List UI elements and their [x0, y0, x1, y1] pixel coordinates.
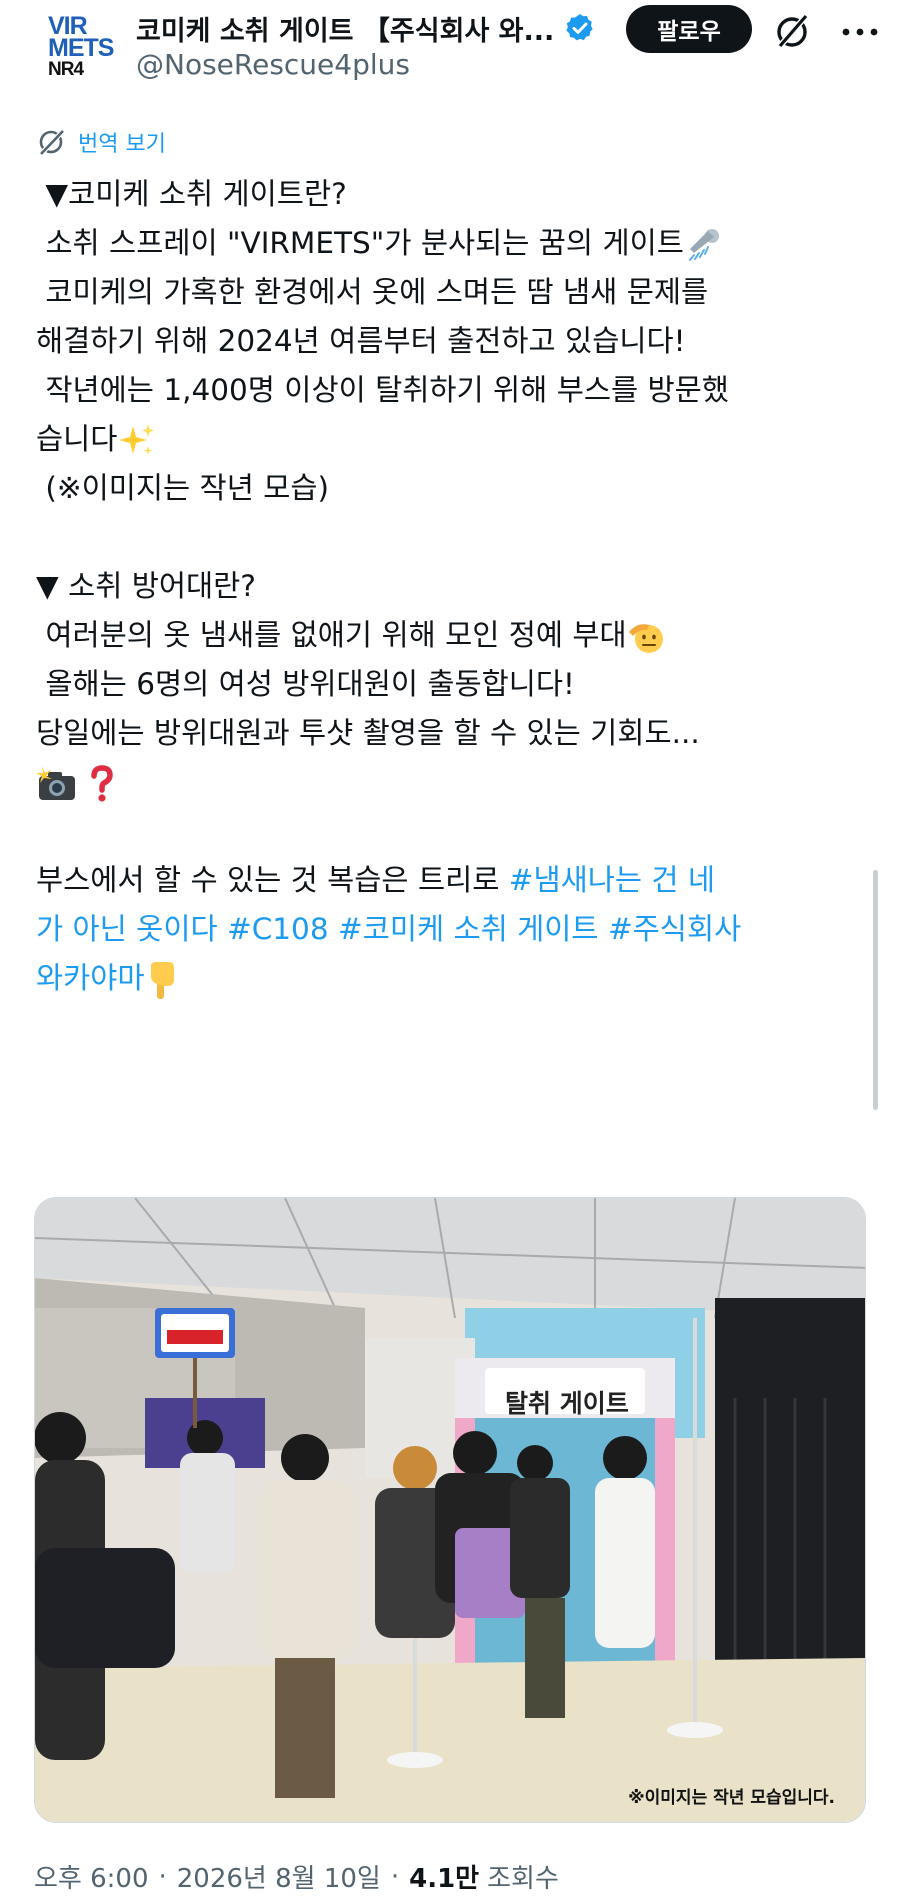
tweet-line-text: 여러분의 옷 냄새를 없애기 위해 모인 정예 부대: [45, 618, 627, 652]
saluting-face-emoji: [628, 623, 663, 653]
avatar[interactable]: VIR METS NR4: [48, 12, 114, 82]
tweet-line: ▼코미케 소취 게이트란?: [36, 170, 876, 219]
tweet-text: ▼코미케 소취 게이트란? 소취 스프레이 "VIRMETS"가 분사되는 꿈의…: [36, 170, 876, 1003]
tweet-line: 소취 스프레이 "VIRMETS"가 분사되는 꿈의 게이트: [36, 219, 876, 268]
tweet-meta: 오후 6:00 · 2026년 8월 10일 · 4.1만 조회수: [34, 1858, 559, 1895]
tweet-photo[interactable]: 탈취 게이트 ※이미지는 작년 모습입니다.: [34, 1197, 866, 1823]
tweet-header: VIR METS NR4 코미케 소취 게이트 【주식회사 와... @Nose…: [0, 0, 900, 110]
display-name[interactable]: 코미케 소취 게이트 【주식회사 와...: [136, 9, 554, 48]
tweet-line-text: 올해는 6명의 여성 방위대원이 출동합니다!: [45, 667, 575, 701]
tweet-line: 습니다: [36, 415, 876, 464]
tweet-line: ▼ 소취 방어대란?: [36, 562, 876, 611]
tweet-line-text: 습니다: [36, 422, 118, 456]
tweet-line: 작년에는 1,400명 이상이 탈취하기 위해 부스를 방문했: [36, 366, 876, 415]
translate-label: 번역 보기: [78, 132, 166, 157]
hashtag-link[interactable]: #냄새나는 건 네: [509, 863, 715, 897]
post-time[interactable]: 오후 6:00: [34, 1858, 149, 1895]
more-icon[interactable]: [840, 26, 880, 38]
tweet-line: 여러분의 옷 냄새를 없애기 위해 모인 정예 부대: [36, 611, 876, 660]
post-date[interactable]: 2026년 8월 10일: [177, 1858, 381, 1895]
photo-illustration: [35, 1198, 865, 1822]
tweet-line: (※이미지는 작년 모습): [36, 464, 876, 513]
user-handle[interactable]: @NoseRescue4plus: [136, 48, 410, 81]
scrollbar[interactable]: [873, 870, 878, 1110]
hashtag-line[interactable]: 가 아닌 옷이다 #C108 #코미케 소취 게이트 #주식회사: [36, 905, 876, 954]
tweet-line: 해결하기 위해 2024년 여름부터 출전하고 있습니다!: [36, 317, 876, 366]
meta-separator: ·: [390, 1861, 400, 1892]
hashtag-text[interactable]: 가 아닌 옷이다 #C108 #코미케 소취 게이트 #주식회사: [36, 912, 741, 946]
hashtag-line[interactable]: 와카야마: [36, 954, 876, 1003]
pointing-down-emoji: [150, 961, 174, 999]
views-label: 조회수: [487, 1864, 559, 1894]
tweet-line-text: 해결하기 위해 2024년 여름부터 출전하고 있습니다!: [36, 324, 686, 358]
meta-separator: ·: [158, 1861, 167, 1892]
tweet-line: 올해는 6명의 여성 방위대원이 출동합니다!: [36, 660, 876, 709]
photo-caption: ※이미지는 작년 모습입니다.: [628, 1788, 835, 1808]
translate-icon: [39, 129, 65, 156]
tweet-line-text: 부스에서 할 수 있는 것 복습은 트리로: [36, 863, 509, 897]
tweet-line: 당일에는 방위대원과 투샷 촬영을 할 수 있는 기회도...: [36, 709, 876, 758]
question-mark-emoji: [91, 764, 114, 802]
verified-badge-icon: [566, 14, 593, 41]
tweet-line-text: 당일에는 방위대원과 투샷 촬영을 할 수 있는 기회도...: [36, 716, 700, 750]
display-name-row: 코미케 소취 게이트 【주식회사 와...: [136, 8, 596, 48]
avatar-logo-line3: NR4: [48, 59, 84, 80]
tweet-line: 부스에서 할 수 있는 것 복습은 트리로 #냄새나는 건 네: [36, 856, 876, 905]
grok-icon[interactable]: [772, 12, 812, 52]
hashtag-text[interactable]: 와카야마: [36, 961, 145, 995]
translate-link[interactable]: 번역 보기: [36, 126, 166, 158]
tweet-line-text: 작년에는 1,400명 이상이 탈취하기 위해 부스를 방문했: [45, 373, 729, 407]
photo-sign-text: 탈취 게이트: [505, 1389, 629, 1418]
camera-flash-emoji: [36, 765, 75, 800]
sparkles-emoji: [119, 423, 155, 455]
tweet-line-text: ▼ 소취 방어대란?: [36, 569, 256, 603]
tweet-line-text: 소취 스프레이 "VIRMETS"가 분사되는 꿈의 게이트: [45, 226, 684, 260]
tweet-line-text: 코미케의 가혹한 환경에서 옷에 스며든 땀 냄새 문제를: [45, 275, 709, 309]
tweet-line: 코미케의 가혹한 환경에서 옷에 스며든 땀 냄새 문제를: [36, 268, 876, 317]
shower-emoji: [688, 228, 719, 261]
tweet-line: [36, 758, 876, 807]
tweet-line-text: (※이미지는 작년 모습): [45, 471, 330, 505]
views-count: 4.1만: [409, 1864, 480, 1894]
follow-button[interactable]: 팔로우: [626, 5, 752, 53]
tweet-line-text: ▼코미케 소취 게이트란?: [45, 177, 347, 211]
